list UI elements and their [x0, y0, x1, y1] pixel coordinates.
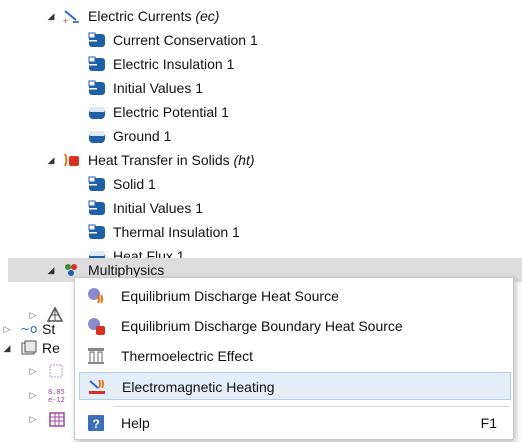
boundary-node-icon — [89, 107, 105, 119]
expand-arrow-icon[interactable]: ▷ — [28, 383, 38, 407]
menu-separator — [113, 406, 509, 407]
tree-node-electric-potential[interactable]: Electric Potential 1 — [0, 100, 522, 124]
tree-node-label: Heat Transfer in Solids — [88, 152, 230, 168]
tree-node-ground[interactable]: Ground 1 — [0, 124, 522, 148]
tree-node-solid[interactable]: Solid 1 — [0, 172, 522, 196]
tree-node-electric-insulation[interactable]: Electric Insulation 1 — [0, 52, 522, 76]
svg-text:e-12: e-12 — [48, 396, 65, 404]
tree-node-heat-transfer-in-solids[interactable]: ◢ Heat Transfer in Solids (ht) — [0, 148, 522, 172]
results-icon — [21, 340, 37, 355]
tree-node-thermal-insulation[interactable]: Thermal Insulation 1 — [0, 220, 522, 244]
discharge-heat-source-icon — [88, 288, 103, 304]
collapse-arrow-icon[interactable]: ◢ — [46, 4, 56, 28]
tree-node-initial-values-ec[interactable]: Initial Values 1 — [0, 76, 522, 100]
svg-text:?: ? — [93, 417, 100, 431]
svg-text:+: + — [63, 16, 68, 25]
boundary-node-icon — [88, 224, 105, 239]
menu-item-label: Equilibrium Discharge Heat Source — [121, 288, 339, 304]
collapse-arrow-icon[interactable]: ◢ — [46, 148, 56, 172]
boundary-node-icon — [89, 131, 105, 143]
tree-node-label: Electric Insulation 1 — [113, 56, 235, 72]
table-icon — [49, 412, 65, 427]
keyboard-shortcut: F1 — [480, 415, 497, 431]
collapse-arrow-icon[interactable]: ◢ — [46, 258, 56, 282]
help-icon: ? — [88, 415, 104, 431]
menu-item-electromagnetic-heating[interactable]: Electromagnetic Heating — [79, 372, 511, 400]
tree-node-label: Re — [42, 340, 60, 356]
electromagnetic-heating-icon — [89, 379, 105, 394]
menu-item-label: Thermoelectric Effect — [121, 348, 254, 364]
domain-node-icon — [88, 200, 105, 215]
tree-node-derived-values[interactable]: ▷ 8.85 e-12 — [0, 383, 74, 407]
tree-node-label: Electric Potential 1 — [113, 104, 229, 120]
collapse-arrow-icon[interactable]: ◢ — [2, 336, 12, 360]
menu-item-thermoelectric-effect[interactable]: Thermoelectric Effect — [79, 342, 511, 370]
expand-arrow-icon[interactable]: ▷ — [28, 407, 38, 431]
domain-node-icon — [88, 80, 105, 95]
menu-item-help[interactable]: ? Help F1 — [79, 409, 511, 437]
boundary-node-icon — [88, 56, 105, 71]
tree-node-initial-values-ht[interactable]: Initial Values 1 — [0, 196, 522, 220]
expand-arrow-icon[interactable]: ▷ — [28, 359, 38, 383]
context-menu: Equilibrium Discharge Heat Source Equili… — [74, 277, 514, 440]
tree-node-electric-currents[interactable]: ◢ + Electric Currents (ec) — [0, 4, 522, 28]
physics-tag: (ht) — [233, 152, 255, 168]
tree-node-results[interactable]: ◢ Re — [0, 336, 74, 360]
discharge-boundary-heat-source-icon — [88, 318, 105, 335]
svg-text:8.85: 8.85 — [48, 388, 65, 396]
tree-node-label: Initial Values 1 — [113, 80, 204, 96]
tree-node-current-conservation[interactable]: Current Conservation 1 — [0, 28, 522, 52]
tree-node-label: Current Conservation 1 — [113, 32, 258, 48]
menu-item-equilibrium-discharge-heat-source[interactable]: Equilibrium Discharge Heat Source — [79, 282, 511, 310]
svg-text:~o: ~o — [20, 322, 37, 336]
physics-tag: (ec) — [195, 8, 220, 24]
menu-item-label: Electromagnetic Heating — [122, 379, 275, 395]
menu-item-label: Equilibrium Discharge Boundary Heat Sour… — [121, 318, 403, 334]
electric-currents-icon: + — [63, 10, 79, 25]
domain-node-icon — [88, 176, 105, 191]
derived-values-icon: 8.85 e-12 — [48, 388, 65, 404]
tree-node-label: Initial Values 1 — [113, 200, 204, 216]
tree-node-label: Electric Currents — [88, 8, 192, 24]
thermoelectric-icon — [88, 348, 104, 364]
datasets-icon — [49, 364, 63, 378]
tree-node-label: Thermal Insulation 1 — [113, 224, 240, 240]
domain-node-icon — [88, 32, 105, 47]
menu-item-label: Help — [121, 415, 150, 431]
tree-node-tables[interactable]: ▷ — [0, 407, 74, 431]
heat-transfer-icon — [64, 153, 79, 167]
tree-node-datasets[interactable]: ▷ — [0, 359, 74, 383]
menu-item-equilibrium-discharge-boundary-heat-source[interactable]: Equilibrium Discharge Boundary Heat Sour… — [79, 312, 511, 340]
tree-node-label: Ground 1 — [113, 128, 172, 144]
tree-node-label: Solid 1 — [113, 176, 156, 192]
